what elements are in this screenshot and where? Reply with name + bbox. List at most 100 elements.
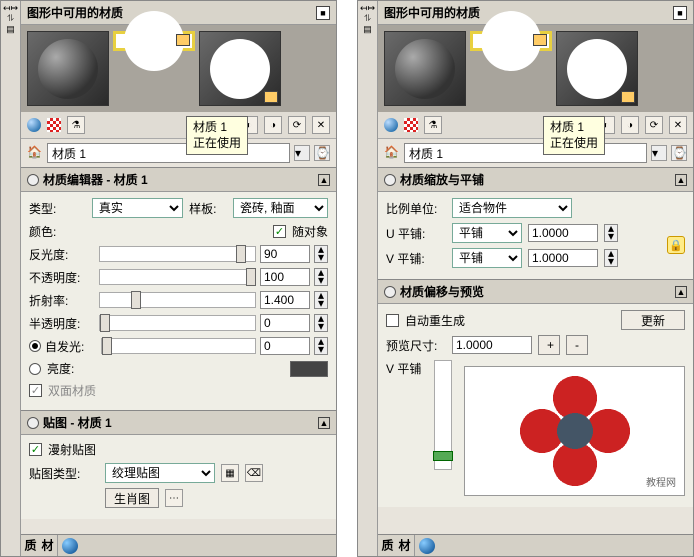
side-tab-material[interactable]: 材质 — [21, 535, 58, 556]
material-swatch-1[interactable] — [384, 31, 466, 106]
dropdown-icon[interactable]: ▾ — [651, 145, 667, 161]
tool-icon[interactable]: ⟳ — [645, 116, 663, 134]
translucent-label: 半透明度: — [29, 315, 95, 332]
panel-header[interactable]: 材质偏移与预览 ▲ — [378, 280, 693, 304]
reflect-input[interactable] — [260, 245, 310, 263]
material-name-row: 🏠 ▾ ⌚ — [378, 139, 693, 167]
diffuse-checkbox[interactable]: ✓ — [29, 443, 42, 456]
side-tab-material[interactable]: 材质 — [378, 535, 415, 556]
selfillum-radio[interactable] — [29, 340, 41, 352]
maptype-label: 贴图类型: — [29, 465, 99, 482]
material-swatch-1[interactable] — [27, 31, 109, 106]
slider-thumb[interactable] — [433, 451, 453, 461]
spinner[interactable]: ▴▾ — [604, 224, 618, 242]
material-swatch-3[interactable] — [556, 31, 638, 106]
selfillum-input[interactable] — [260, 337, 310, 355]
collapse-icon[interactable]: ▲ — [318, 174, 330, 186]
lock-icon[interactable]: 🔒 — [667, 236, 685, 254]
sphere-icon[interactable] — [384, 118, 398, 132]
vtile-input[interactable] — [528, 249, 598, 267]
brightness-radio[interactable] — [29, 363, 41, 375]
tool-icon[interactable]: ✕ — [669, 116, 687, 134]
utile-mode-select[interactable]: 平铺 — [452, 223, 522, 243]
browse-icon[interactable]: ⋯ — [165, 489, 183, 507]
tool-icon[interactable]: ✕ — [312, 116, 330, 134]
close-icon[interactable]: ■ — [673, 6, 687, 20]
maptype-select[interactable]: 绞理贴图 — [105, 463, 215, 483]
clear-icon[interactable]: ⌫ — [245, 464, 263, 482]
translucent-slider[interactable] — [99, 315, 256, 331]
material-swatch-2-selected[interactable] — [113, 31, 195, 51]
preview-size-label: 预览尺寸: — [386, 337, 446, 354]
panel-header[interactable]: 材质缩放与平铺 ▲ — [378, 168, 693, 192]
material-swatch-2-selected[interactable] — [470, 31, 552, 51]
panel-header[interactable]: 贴图 - 材质 1 ▲ — [21, 411, 336, 435]
v-slider[interactable] — [434, 360, 452, 470]
pane-body: 图形中可用的材质 ■ 材质 1 正在使用 ⚗ ◐ ◑ ⟳ ✕ 🏠 ▾ ⌚ — [378, 1, 693, 556]
refresh-button[interactable]: 更新 — [621, 310, 685, 330]
watermark: 教程网 — [646, 474, 676, 489]
home-icon[interactable]: 🏠 — [27, 145, 43, 161]
spinner[interactable]: ▴▾ — [314, 337, 328, 355]
globe-icon[interactable] — [419, 538, 435, 554]
template-select[interactable]: 瓷砖, 釉面 — [233, 198, 328, 218]
arrow-up-down-icon[interactable]: ⥮ — [4, 14, 18, 22]
sphere-red-icon — [481, 11, 541, 71]
flask-icon[interactable]: ⚗ — [67, 116, 85, 134]
collapse-icon[interactable]: ▲ — [675, 174, 687, 186]
zodiac-button[interactable]: 生肖图 — [105, 488, 159, 508]
material-name-input[interactable] — [47, 143, 290, 163]
color-swatch[interactable] — [290, 361, 328, 377]
spinner[interactable]: ▴▾ — [314, 314, 328, 332]
arrow-left-right-icon[interactable]: ↤↦ — [4, 4, 18, 12]
collapse-icon[interactable]: ▲ — [318, 417, 330, 429]
dropdown-icon[interactable]: ▾ — [294, 145, 310, 161]
unit-select[interactable]: 适合物件 — [452, 198, 572, 218]
arrow-up-down-icon[interactable]: ⥮ — [361, 14, 375, 22]
material-name-input[interactable] — [404, 143, 647, 163]
type-select[interactable]: 真实 — [92, 198, 183, 218]
autoregen-checkbox[interactable] — [386, 314, 399, 327]
tool-icon[interactable]: ◑ — [264, 116, 282, 134]
byobject-checkbox[interactable]: ✓ — [273, 225, 286, 238]
selfillum-slider[interactable] — [101, 338, 256, 354]
tool-icon[interactable]: ⟳ — [288, 116, 306, 134]
spinner[interactable]: ▴▾ — [314, 291, 328, 309]
collapse-icon[interactable]: ▲ — [675, 286, 687, 298]
tool-icon[interactable]: ◑ — [621, 116, 639, 134]
zoom-out-button[interactable]: - — [566, 335, 588, 355]
reflect-slider[interactable] — [99, 246, 256, 262]
material-swatch-3[interactable] — [199, 31, 281, 106]
spinner[interactable]: ▴▾ — [604, 249, 618, 267]
opacity-input[interactable] — [260, 268, 310, 286]
translucent-input[interactable] — [260, 314, 310, 332]
spinner[interactable]: ▴▾ — [314, 268, 328, 286]
checker-icon[interactable] — [47, 118, 61, 132]
home-icon[interactable]: 🏠 — [384, 145, 400, 161]
arrow-left-right-icon[interactable]: ↤↦ — [361, 4, 375, 12]
globe-icon[interactable] — [62, 538, 78, 554]
opacity-slider[interactable] — [99, 269, 256, 285]
link-icon[interactable]: ⌚ — [671, 145, 687, 161]
twosided-checkbox[interactable]: ✓ — [29, 384, 42, 397]
sphere-icon[interactable] — [27, 118, 41, 132]
refract-label: 折射率: — [29, 292, 95, 309]
material-swatch-row — [378, 25, 693, 112]
preview-size-input[interactable] — [452, 336, 532, 354]
grid-icon[interactable]: ▤ — [363, 24, 372, 35]
spinner[interactable]: ▴▾ — [314, 245, 328, 263]
select-icon[interactable]: ▦ — [221, 464, 239, 482]
checker-icon[interactable] — [404, 118, 418, 132]
link-icon[interactable]: ⌚ — [314, 145, 330, 161]
vtile-mode-select[interactable]: 平铺 — [452, 248, 522, 268]
panel-header[interactable]: 材质编辑器 - 材质 1 ▲ — [21, 168, 336, 192]
tooltip-line: 正在使用 — [193, 136, 241, 152]
refract-slider[interactable] — [99, 292, 256, 308]
swatch-toolbar: ⚗ ◐ ◑ ⟳ ✕ — [378, 112, 693, 139]
refract-input[interactable] — [260, 291, 310, 309]
utile-input[interactable] — [528, 224, 598, 242]
close-icon[interactable]: ■ — [316, 6, 330, 20]
zoom-in-button[interactable]: + — [538, 335, 560, 355]
grid-icon[interactable]: ▤ — [6, 24, 15, 35]
flask-icon[interactable]: ⚗ — [424, 116, 442, 134]
